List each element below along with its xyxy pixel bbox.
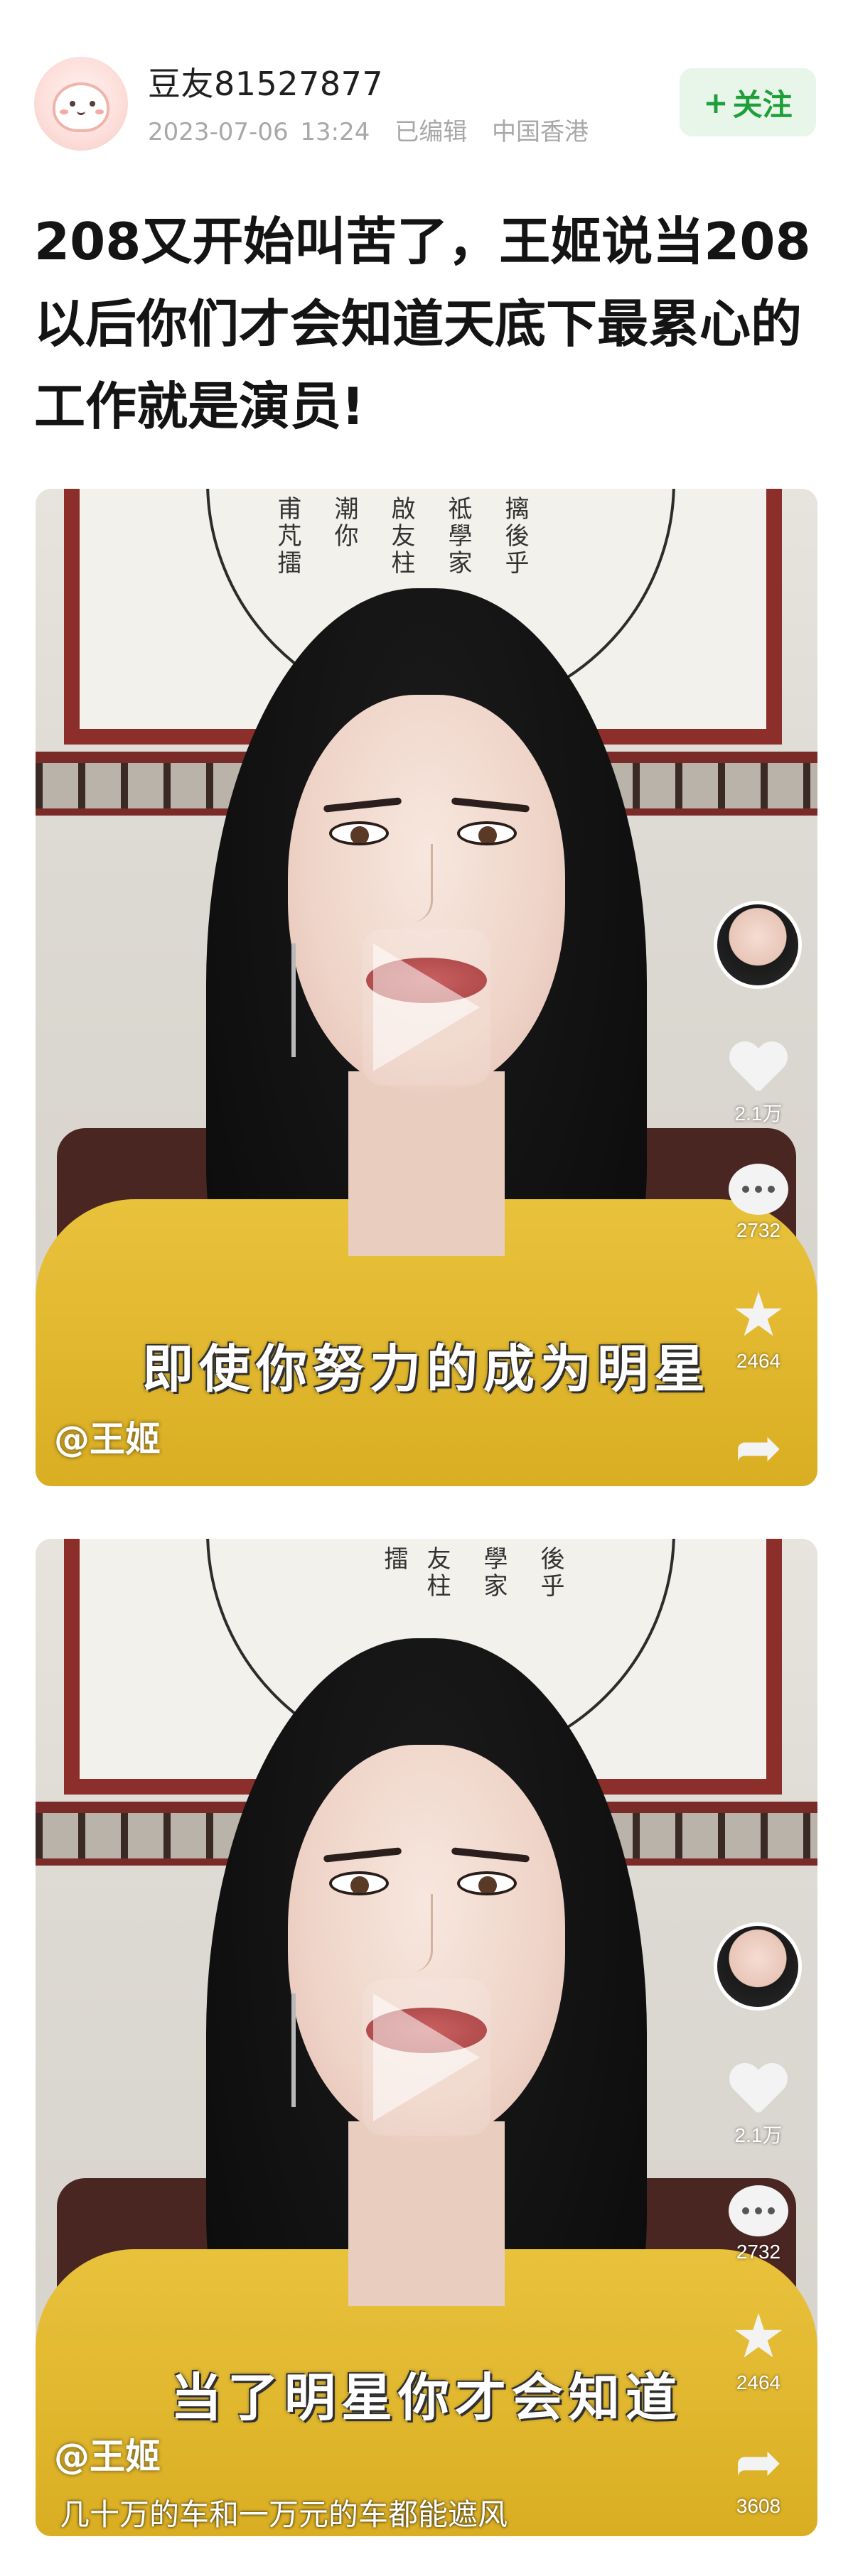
- video-sub-caption: 几十万的车和一万元的车都能遮风: [60, 2497, 508, 2532]
- video-caption: 即使你努力的成为明星: [141, 1338, 711, 1399]
- like-action[interactable]: 2.1万: [712, 1043, 805, 1127]
- post-meta: 2023-07-06 13:24 已编辑 中国香港: [148, 112, 601, 147]
- follow-label: 关注: [732, 87, 793, 122]
- follow-button[interactable]: + 关注: [680, 68, 816, 136]
- video-handle[interactable]: @王姬: [54, 2428, 161, 2479]
- favorite-action[interactable]: ★ 2464: [712, 1284, 805, 1373]
- star-icon[interactable]: ★: [712, 2306, 805, 2367]
- calligraphy: 後乎: [536, 1546, 564, 1600]
- creator-avatar[interactable]: [714, 1922, 802, 2011]
- earring: [291, 943, 296, 1057]
- share-arrow-icon[interactable]: ➦: [712, 2434, 805, 2491]
- share-count: 3608: [736, 2495, 781, 2517]
- heart-icon[interactable]: [730, 1043, 787, 1094]
- calligraphy: 甫芃擂: [273, 496, 301, 577]
- heart-icon[interactable]: [730, 2064, 787, 2116]
- comment-bubble-icon[interactable]: [729, 2185, 788, 2236]
- calligraphy: 潮你: [330, 496, 358, 550]
- comment-count: 2732: [736, 1219, 781, 1241]
- play-icon[interactable]: [373, 1993, 480, 2121]
- post-date: 2023-07-06 13:24: [148, 118, 370, 146]
- share-action[interactable]: ➦: [712, 1419, 805, 1476]
- person-neck: [348, 2121, 505, 2306]
- calligraphy: 摛後乎: [500, 496, 529, 577]
- calligraphy: 祗學家: [444, 496, 472, 577]
- video-frame[interactable]: 擂 友柱 學家 後乎 当了明星你才会知道 @王姬 几十万的车和一万元的车都能遮风…: [36, 1539, 817, 2536]
- favorite-count: 2464: [736, 2371, 781, 2393]
- comment-count: 2732: [736, 2241, 781, 2263]
- post-header: 豆友81527877 2023-07-06 13:24 已编辑 中国香港 + 关…: [0, 0, 853, 178]
- plus-icon: +: [703, 85, 729, 120]
- earring: [291, 1993, 296, 2107]
- like-count: 2.1万: [734, 1103, 783, 1125]
- play-icon[interactable]: [373, 943, 480, 1071]
- favorite-count: 2464: [736, 1350, 781, 1372]
- edited-label: 已编辑: [395, 118, 468, 146]
- comment-bubble-icon[interactable]: [729, 1164, 788, 1215]
- post-title: 208又开始叫苦了，王姬说当208以后你们才会知道天底下最累心的工作就是演员!: [34, 212, 811, 436]
- calligraphy: 學家: [479, 1546, 508, 1600]
- share-action[interactable]: ➦ 3608: [712, 2434, 805, 2518]
- video-frame[interactable]: 甫芃擂 潮你 啟友柱 祗學家 摛後乎 即使你努力的成为明星 @王姬 2.1万 2…: [36, 489, 817, 1486]
- comment-action[interactable]: 2732: [712, 2185, 805, 2263]
- author-name[interactable]: 豆友81527877: [148, 58, 383, 105]
- calligraphy: 友柱: [422, 1546, 451, 1600]
- star-icon[interactable]: ★: [712, 1284, 805, 1346]
- cartoon-avatar-icon[interactable]: [34, 57, 128, 151]
- share-arrow-icon[interactable]: ➦: [712, 1419, 805, 1476]
- person-neck: [348, 1071, 505, 1256]
- like-count: 2.1万: [734, 2124, 783, 2146]
- comment-action[interactable]: 2732: [712, 1164, 805, 1242]
- video-caption: 当了明星你才会知道: [170, 2367, 682, 2428]
- calligraphy: 擂: [380, 1546, 408, 1573]
- post-location: 中国香港: [492, 118, 589, 146]
- favorite-action[interactable]: ★ 2464: [712, 2306, 805, 2394]
- like-action[interactable]: 2.1万: [712, 2064, 805, 2148]
- calligraphy: 啟友柱: [387, 496, 415, 577]
- video-handle[interactable]: @王姬: [54, 1411, 161, 1462]
- creator-avatar[interactable]: [714, 901, 802, 989]
